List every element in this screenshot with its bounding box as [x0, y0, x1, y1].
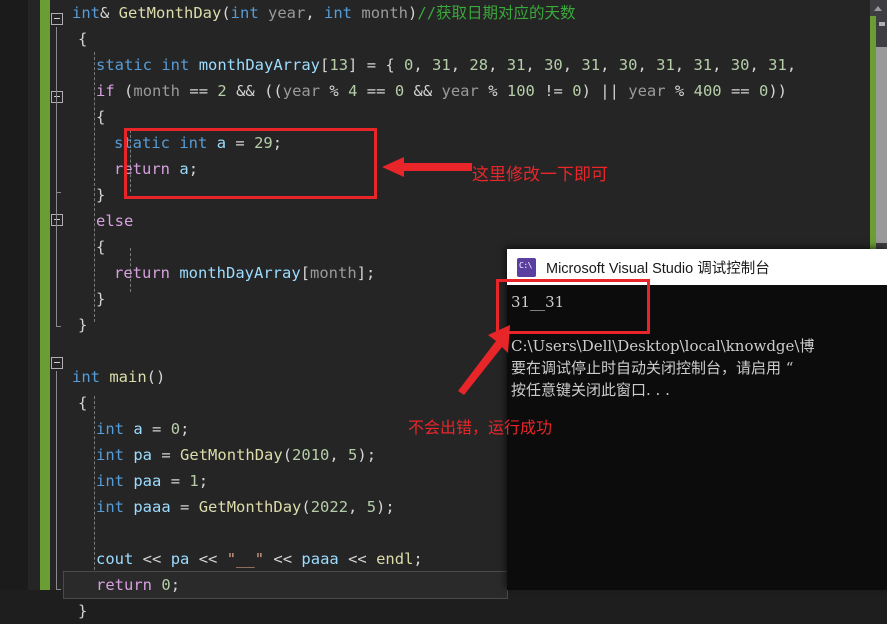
editor-glyph-gutter[interactable]: [50, 0, 64, 590]
code-line[interactable]: }: [64, 182, 887, 208]
console-output-line: 要在调试停止时自动关闭控制台，请启用 “: [511, 359, 794, 377]
code-line[interactable]: {: [64, 104, 887, 130]
console-app-icon: [517, 257, 536, 277]
scroll-thumb[interactable]: [876, 47, 887, 243]
annotation-text-run-success: 不会出错，运行成功: [408, 420, 553, 437]
fold-toggle-else[interactable]: [51, 214, 63, 226]
editor-change-bar: [40, 0, 50, 590]
code-line[interactable]: int& GetMonthDay(int year, int month)//获…: [64, 0, 887, 26]
fold-toggle-getmonthday[interactable]: [51, 13, 63, 25]
fold-toggle-main[interactable]: [51, 357, 63, 369]
console-titlebar[interactable]: Microsoft Visual Studio 调试控制台: [507, 249, 887, 285]
outline-structure-line-if: [56, 105, 61, 193]
console-window-title: Microsoft Visual Studio 调试控制台: [546, 260, 770, 277]
console-output-line: 31__31: [511, 293, 565, 311]
fold-toggle-if[interactable]: [51, 91, 63, 103]
editor-selection-margin[interactable]: [28, 0, 40, 590]
console-output-line: 按任意键关闭此窗口. . .: [511, 381, 670, 399]
code-line[interactable]: else: [64, 208, 887, 234]
debug-console-window[interactable]: Microsoft Visual Studio 调试控制台 31__31 C:\…: [507, 249, 887, 590]
code-line-current[interactable]: return 0;: [63, 571, 508, 599]
console-output-area[interactable]: 31__31 C:\Users\Dell\Desktop\local\knowd…: [507, 285, 887, 590]
code-line[interactable]: }: [64, 598, 887, 624]
editor-indicator-margin: [0, 0, 28, 590]
code-line[interactable]: static int a = 29;: [64, 130, 887, 156]
scrollbar-caret-marker: [879, 22, 885, 26]
code-line[interactable]: if (month == 2 && ((year % 4 == 0 && yea…: [64, 78, 887, 104]
scroll-up-arrow-icon[interactable]: [870, 0, 887, 16]
code-line[interactable]: static int monthDayArray[13] = { 0, 31, …: [64, 52, 887, 78]
annotation-text-edit-here: 这里修改一下即可: [472, 165, 608, 184]
console-output-line: C:\Users\Dell\Desktop\local\knowdge\博: [511, 337, 815, 355]
code-line[interactable]: {: [64, 26, 887, 52]
outline-structure-line-main: [56, 371, 61, 590]
